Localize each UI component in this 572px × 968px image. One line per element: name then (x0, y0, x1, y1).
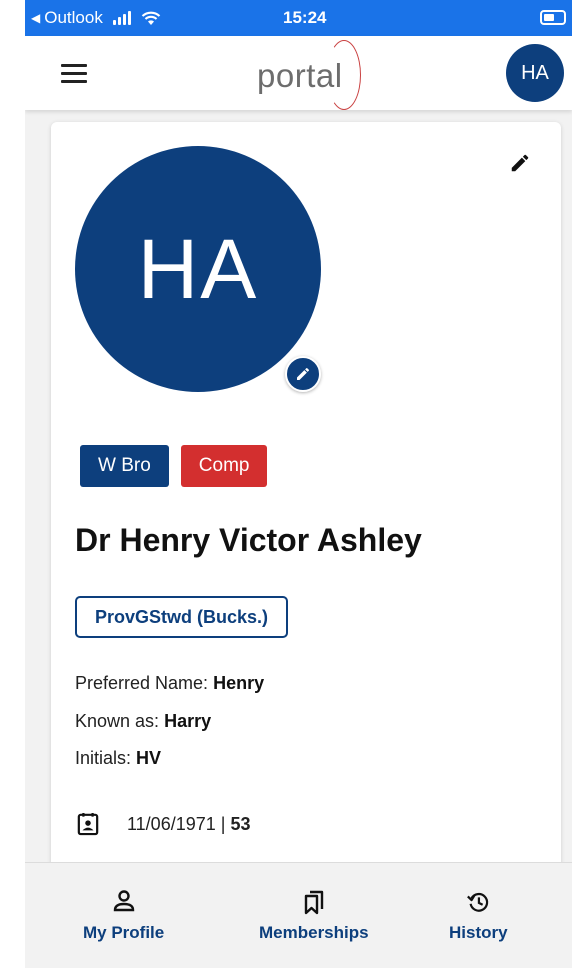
status-time: 15:24 (283, 8, 327, 27)
dob-row: 11/06/1971 | 53 (77, 812, 250, 836)
app-header: portal HA (25, 36, 572, 110)
initials-value: HV (136, 748, 162, 768)
full-name: Dr Henry Victor Ashley (75, 522, 422, 558)
age-value: 53 (230, 813, 251, 834)
wifi-icon (141, 11, 161, 25)
menu-icon (61, 64, 87, 67)
battery-icon (540, 10, 566, 25)
status-back-label: Outlook (44, 8, 103, 27)
header-avatar-button[interactable]: HA (506, 44, 564, 102)
bottom-navigation: My Profile Memberships History (25, 862, 572, 968)
edit-avatar-button[interactable] (285, 356, 321, 392)
comp-badge: Comp (180, 445, 268, 487)
pencil-icon (297, 367, 310, 380)
nav-my-profile[interactable]: My Profile (83, 889, 164, 943)
profile-card: HA W Bro Comp Dr Henry Victor Ashley Pro… (51, 122, 561, 882)
signal-icon (112, 11, 131, 25)
preferred-name-value: Henry (213, 673, 265, 693)
initials-row: Initials: HV (75, 748, 161, 769)
nav-history[interactable]: History (449, 889, 508, 943)
person-icon (113, 890, 134, 912)
profile-avatar: HA (75, 146, 321, 392)
brand-arc-decoration (327, 40, 361, 110)
rank-badges: W Bro Comp (80, 445, 268, 487)
dob-value: 11/06/1971 | (127, 813, 226, 834)
nav-label: My Profile (83, 923, 165, 942)
rank-badge: W Bro (80, 445, 169, 487)
known-as-label: Known as: (75, 711, 160, 731)
status-back-link[interactable]: ◀ Outlook (31, 8, 161, 28)
initials-label: Initials: (75, 748, 132, 768)
known-as-value: Harry (164, 711, 212, 731)
status-bar: ◀ Outlook 15:24 (25, 0, 572, 36)
preferred-name-row: Preferred Name: Henry (75, 673, 264, 694)
nav-memberships[interactable]: Memberships (259, 889, 369, 943)
known-as-row: Known as: Harry (75, 711, 211, 732)
phone-screen: ◀ Outlook 15:24 portal HA HA W Bro Comp … (25, 0, 572, 968)
menu-button[interactable] (61, 64, 87, 84)
office-chip[interactable]: ProvGStwd (Bucks.) (75, 596, 289, 638)
preferred-name-label: Preferred Name: (75, 673, 209, 693)
nav-label: History (449, 923, 508, 942)
history-icon (467, 892, 489, 912)
nav-label: Memberships (259, 923, 369, 942)
calendar-user-icon (77, 813, 99, 836)
edit-profile-pencil-icon[interactable] (509, 152, 531, 174)
bookmarks-icon (304, 890, 323, 915)
back-triangle-icon: ◀ (31, 11, 41, 25)
